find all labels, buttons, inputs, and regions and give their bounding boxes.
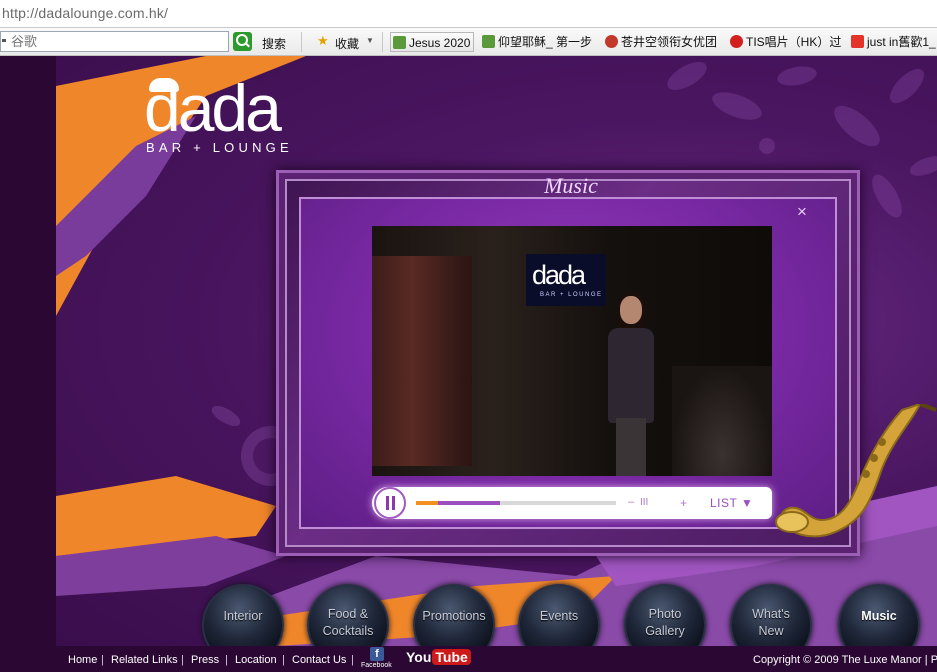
favorites-button[interactable]: 收藏 (335, 35, 359, 52)
ie-page-icon (393, 36, 406, 49)
stage-sign: dada BAR + LOUNGE (526, 254, 606, 306)
footer-link-contact-us[interactable]: Contact Us (292, 654, 346, 666)
footer-separator: | (225, 654, 228, 666)
youtube-tube: Tube (432, 649, 471, 665)
singer-figure (600, 292, 660, 476)
logo-subtitle: BAR + LOUNGE (146, 140, 293, 155)
bookmark-label: Jesus 2020 (409, 36, 471, 50)
swirl-logo-icon (605, 35, 618, 48)
youtube-logo[interactable]: You Tube (406, 649, 471, 669)
progress-track[interactable] (416, 501, 616, 505)
singer-legs (616, 418, 646, 476)
singer-head (620, 296, 642, 324)
stage-curtain (372, 256, 472, 466)
saxophone-illustration (775, 404, 937, 538)
toolbar-divider (301, 32, 302, 52)
bookmark-item[interactable]: TIS唱片（HK）过 (728, 32, 841, 52)
nav-label: Promotions (422, 609, 486, 623)
footer-separator: | (351, 654, 354, 666)
bowler-hat-icon (149, 78, 179, 92)
bookmark-item[interactable]: 苍井空领衔女优团 (603, 32, 717, 52)
stage-sign-sub: BAR + LOUNGE (540, 292, 603, 298)
bookmark-label: 苍井空领衔女优团 (621, 35, 718, 49)
video-player[interactable]: dada BAR + LOUNGE (372, 226, 772, 476)
bookmark-label: TIS唱片（HK）过 (746, 35, 842, 49)
left-background (0, 56, 56, 672)
volume-down-button[interactable]: – (628, 496, 634, 508)
footer-separator: | (282, 654, 285, 666)
star-icon[interactable]: ★ (317, 34, 329, 48)
ze-logo-icon (851, 35, 864, 48)
nav-label: Interior (223, 609, 263, 623)
stage-sign-word: dada (532, 260, 586, 290)
panel-title: Music (544, 173, 598, 198)
search-engine-dropdown-icon[interactable] (2, 39, 6, 42)
played-fill (416, 501, 438, 505)
facebook-icon[interactable]: f (370, 647, 384, 661)
chevron-down-icon[interactable]: ▼ (366, 36, 374, 45)
toolbar-divider (382, 32, 383, 52)
search-button[interactable]: 搜索 (262, 35, 286, 52)
dada-logo[interactable]: dada BAR + LOUNGE (144, 71, 334, 160)
bookmark-label: just in舊歡1_ (867, 35, 936, 49)
bookmark-label: 仰望耶稣_ 第一步 (498, 35, 593, 49)
footer-link-location[interactable]: Location (235, 654, 277, 666)
close-icon[interactable]: × (797, 203, 807, 220)
copyright-text: Copyright © 2009 The Luxe Manor | Po (753, 654, 937, 666)
address-bar[interactable]: http://dadalounge.com.hk/ (0, 0, 937, 28)
mascot-icon (730, 35, 743, 48)
playlist-button[interactable]: LIST ▼ (710, 496, 753, 510)
browser-toolbar: 谷歌 搜索 ★ 收藏 ▼ Jesus 2020 仰望耶稣_ 第一步 苍井空领衔女… (0, 28, 937, 56)
footer-separator: | (181, 654, 184, 666)
footer-link-press[interactable]: Press (191, 654, 219, 666)
footer-link-home[interactable]: Home (68, 654, 97, 666)
footer-separator: | (101, 654, 104, 666)
nav-label: Events (539, 609, 579, 623)
url-text[interactable]: http://dadalounge.com.hk/ (2, 5, 168, 21)
player-controls: – III + LIST ▼ (372, 487, 772, 519)
bookmark-item[interactable]: 仰望耶稣_ 第一步 (480, 32, 592, 52)
search-placeholder: 谷歌 (11, 34, 38, 49)
bookmark-item[interactable]: just in舊歡1_ (849, 32, 936, 52)
nav-label: Music (861, 609, 897, 623)
volume-level-icon: III (640, 497, 649, 508)
nav-label: Photo Gallery (645, 607, 685, 638)
facebook-label[interactable]: Facebook (361, 662, 392, 669)
drum-kit (672, 366, 772, 476)
volume-up-button[interactable]: + (680, 496, 687, 510)
footer-link-related-links[interactable]: Related Links (111, 654, 178, 666)
pause-button[interactable] (374, 487, 406, 519)
search-input[interactable]: 谷歌 (0, 31, 229, 52)
singer-body (608, 328, 654, 423)
bookmark-item[interactable]: Jesus 2020 (390, 32, 475, 52)
nav-label: What's New (752, 607, 790, 638)
ie-page-icon (482, 35, 495, 48)
youtube-you: You (406, 649, 432, 665)
search-icon[interactable] (233, 32, 252, 51)
nav-label: Food & Cocktails (322, 607, 374, 638)
